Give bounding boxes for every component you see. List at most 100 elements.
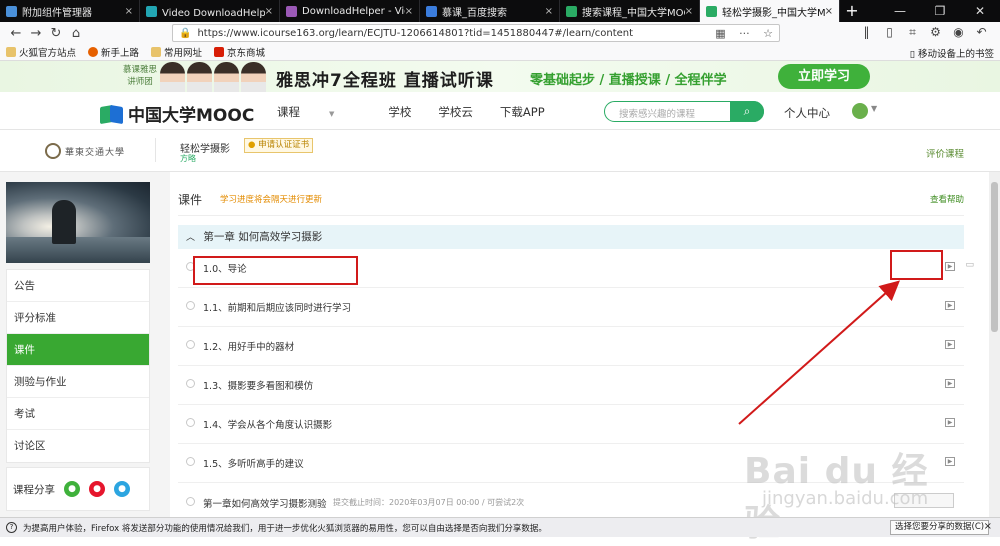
close-icon[interactable]: × [685, 6, 693, 17]
search-box[interactable]: 搜索感兴趣的课程 ⌕ [604, 101, 764, 122]
sidebar-item-quizzes[interactable]: 测验与作业 [7, 366, 149, 398]
library-icon[interactable]: ‖ [855, 25, 878, 40]
lock-icon: 🔒 [179, 27, 192, 39]
page-scrollbar[interactable] [989, 172, 1000, 517]
close-icon[interactable]: × [405, 6, 413, 17]
university-logo[interactable]: 華東交通大學 [45, 143, 125, 159]
lesson-title[interactable]: 1.1、前期和后期应该同时进行学习 [203, 300, 351, 314]
nav-school-cloud[interactable]: 学校云 [438, 104, 473, 120]
tab-title: Video DownloadHelper – 下载 [162, 7, 265, 19]
forward-icon[interactable]: → [26, 26, 46, 41]
choose-data-button[interactable]: 选择您要分享的数据(C) [890, 520, 990, 535]
qq-icon[interactable]: ● [114, 481, 130, 497]
tab-title: 搜索课程_中国大学MOOC(慕课) [582, 7, 685, 19]
video-play-icon[interactable]: ▶ [945, 418, 955, 427]
personal-center-link[interactable]: 个人中心 [784, 105, 830, 121]
browser-tab-active[interactable]: 轻松学摄影_中国大学MOOC(慕课) × [700, 0, 840, 22]
close-icon[interactable]: × [125, 6, 133, 17]
quiz-deadline: 提交截止时间：2020年03月07日 00:00 / 可尝试2次 [333, 498, 525, 507]
weibo-icon[interactable]: ● [89, 481, 105, 497]
more-icon[interactable]: ··· [739, 27, 750, 40]
search-input[interactable]: 搜索感兴趣的课程 [619, 106, 695, 120]
qr-icon[interactable]: ▦ [715, 27, 725, 40]
settings-icon[interactable]: ⚙ [924, 25, 947, 40]
search-icon[interactable]: ⌕ [730, 101, 764, 122]
list-item[interactable]: 1.3、摄影要多看图和模仿 ▶ [178, 366, 964, 405]
restore-icon[interactable]: ❐ [920, 0, 960, 22]
list-item[interactable]: 1.4、学会从各个角度认识摄影 ▶ [178, 405, 964, 444]
apply-certificate-button[interactable]: ● 申请认证证书 [244, 138, 314, 153]
crop-icon[interactable]: ⌗ [901, 25, 924, 40]
course-teacher[interactable]: 方略 [180, 153, 196, 164]
discussion-icon[interactable]: ▭ [965, 260, 974, 270]
list-item[interactable]: 1.2、用好手中的器材 ▶ [178, 327, 964, 366]
scrollbar-thumb[interactable] [991, 182, 998, 332]
left-panel: 公告 评分标准 课件 测验与作业 考试 讨论区 课程分享 ● ● ● [0, 172, 170, 537]
chapter-header[interactable]: ︿ 第一章 如何高效学习摄影 [178, 225, 964, 249]
list-item[interactable]: 1.5、多听听高手的建议 ▶ [178, 444, 964, 483]
browser-tab[interactable]: 搜索课程_中国大学MOOC(慕课) × [560, 0, 700, 22]
nav-schools[interactable]: 学校 [388, 104, 411, 120]
url-text[interactable]: https://www.icourse163.org/learn/ECJTU-1… [197, 28, 705, 39]
browser-tab[interactable]: DownloadHelper - Video do × [280, 0, 420, 22]
close-icon[interactable]: × [265, 6, 273, 17]
toolbar-icons: ‖ ▯ ⌗ ⚙ ◉ ↶ ≡ [855, 25, 1000, 40]
help-link[interactable]: 查看帮助 [930, 193, 964, 205]
video-play-icon[interactable]: ▶ [945, 379, 955, 388]
bookmark-label: 京东商城 [227, 48, 266, 59]
bookmark-item[interactable]: 常用网址 [151, 45, 202, 59]
sidebar-item-exam[interactable]: 考试 [7, 398, 149, 430]
nav-courses[interactable]: 课程 ▼ [277, 104, 361, 120]
nav-download-app[interactable]: 下载APP [500, 104, 545, 120]
video-play-icon[interactable]: ▶ [945, 457, 955, 466]
sidebar-item-courseware[interactable]: 课件 [7, 334, 149, 366]
mobile-bookmarks[interactable]: ▯ 移动设备上的书签 [910, 46, 994, 60]
back-icon[interactable]: ← [6, 26, 26, 41]
minimize-icon[interactable]: — [880, 0, 920, 22]
video-play-icon[interactable]: ▶ [945, 301, 955, 310]
video-play-icon[interactable]: ▶ [945, 262, 955, 271]
home-icon[interactable]: ⌂ [66, 26, 86, 41]
chevron-down-icon[interactable]: ▼ [871, 104, 877, 113]
video-play-icon[interactable]: ▶ [945, 340, 955, 349]
close-icon[interactable]: × [825, 6, 833, 17]
window-controls: — ❐ ✕ [880, 0, 1000, 22]
wechat-icon[interactable]: ● [64, 481, 80, 497]
banner-teachers-label: 慕课雅思讲师团 [123, 65, 158, 87]
browser-tab[interactable]: 慕课_百度搜索 × [420, 0, 560, 22]
sidebar-item-announcements[interactable]: 公告 [7, 270, 149, 302]
new-tab-button[interactable]: + [840, 0, 864, 22]
teacher-photo [214, 62, 239, 92]
sidebar-item-grading[interactable]: 评分标准 [7, 302, 149, 334]
lesson-title[interactable]: 1.4、学会从各个角度认识摄影 [203, 417, 332, 431]
ad-banner[interactable]: 慕课雅思讲师团 雅思冲7全程班 直播试听课 零基础起步 / 直播授课 / 全程伴… [0, 61, 1000, 92]
undo-icon[interactable]: ↶ [970, 25, 993, 40]
quiz-title[interactable]: 第一章如何高效学习摄影测验 [203, 496, 327, 510]
notification-text: 为提高用户体验，Firefox 将发送部分功能的使用情况给我们，用于进一步优化火… [23, 523, 547, 534]
url-bar[interactable]: 🔒 https://www.icourse163.org/learn/ECJTU… [172, 24, 780, 42]
browser-tab[interactable]: 附加组件管理器 × [0, 0, 140, 22]
close-window-icon[interactable]: ✕ [960, 0, 1000, 22]
sidebar-item-forum[interactable]: 讨论区 [7, 430, 149, 462]
close-icon[interactable]: × [545, 6, 553, 17]
site-logo[interactable]: 中国大学MOOC [100, 101, 254, 126]
bookmark-item[interactable]: 火狐官方站点 [6, 45, 76, 59]
lesson-title[interactable]: 1.5、多听听高手的建议 [203, 456, 304, 470]
banner-cta-button[interactable]: 立即学习 [778, 64, 870, 89]
bookmark-item[interactable]: 新手上路 [88, 45, 139, 59]
downloadhelper-icon[interactable]: ◉ [947, 25, 970, 40]
browser-tab[interactable]: Video DownloadHelper – 下载 × [140, 0, 280, 22]
list-item[interactable]: 1.1、前期和后期应该同时进行学习 ▶ [178, 288, 964, 327]
sidebar-icon[interactable]: ▯ [878, 25, 901, 40]
lesson-title[interactable]: 1.3、摄影要多看图和模仿 [203, 378, 313, 392]
chapter-quiz[interactable]: 第一章如何高效学习摄影测验 提交截止时间：2020年03月07日 00:00 /… [178, 490, 964, 514]
reload-icon[interactable]: ↻ [46, 26, 66, 41]
bookmark-star-icon[interactable]: ☆ [763, 27, 773, 40]
lesson-title[interactable]: 1.2、用好手中的器材 [203, 339, 294, 353]
avatar[interactable] [852, 103, 868, 119]
quiz-start-button[interactable] [894, 493, 954, 508]
evaluate-course-link[interactable]: 评价课程 [926, 146, 964, 160]
bookmark-item[interactable]: 京东商城 [214, 45, 265, 59]
close-icon[interactable]: × [984, 521, 992, 532]
menu-icon[interactable]: ≡ [993, 25, 1000, 40]
